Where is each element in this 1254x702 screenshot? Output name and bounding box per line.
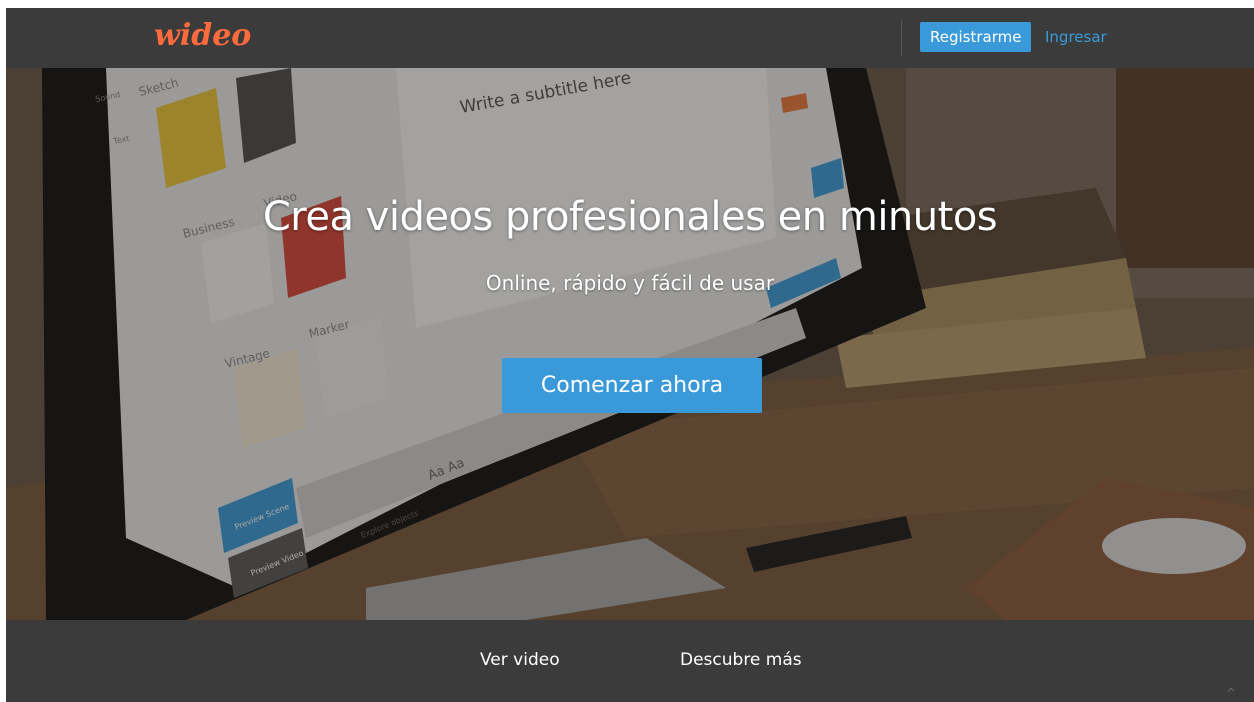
register-button[interactable]: Registrarme [920,22,1032,52]
hero-overlay [6,68,1254,620]
nav-divider [901,20,902,56]
page: wideo Registrarme Ingresar Write a subti… [6,8,1254,702]
scroll-up-icon[interactable]: ^ [1226,686,1236,700]
hero-section: Write a subtitle here Sketch Video Busin… [6,68,1254,620]
bottom-navigation-bar: Ver video Descubre más ^ [6,620,1254,702]
login-link[interactable]: Ingresar [1045,22,1107,52]
top-navigation-bar: wideo Registrarme Ingresar [6,8,1254,68]
wideo-logo[interactable]: wideo [154,18,251,53]
watch-video-link[interactable]: Ver video [480,650,560,670]
start-now-button[interactable]: Comenzar ahora [502,358,762,413]
discover-more-link[interactable]: Descubre más [680,650,802,670]
hero-subtitle: Online, rápido y fácil de usar [485,271,775,295]
hero-title: Crea videos profesionales en minutos [262,194,998,240]
